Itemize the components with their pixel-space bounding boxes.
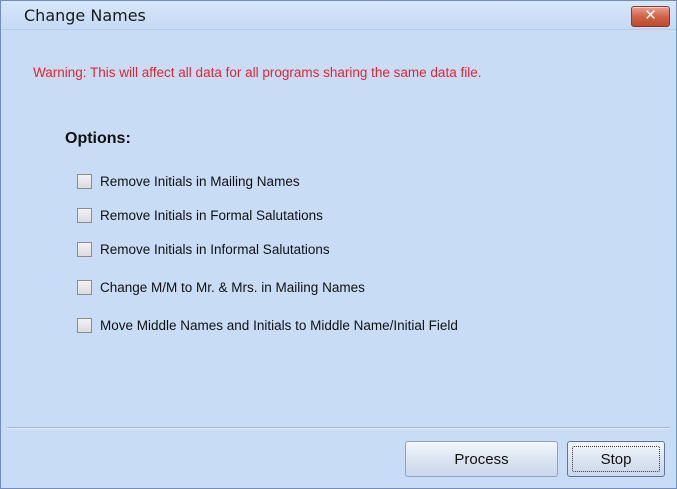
option-remove-initials-mailing[interactable]: Remove Initials in Mailing Names bbox=[77, 171, 300, 191]
checkbox[interactable] bbox=[77, 207, 92, 223]
option-label: Move Middle Names and Initials to Middle… bbox=[100, 317, 458, 333]
option-remove-initials-formal[interactable]: Remove Initials in Formal Salutations bbox=[77, 205, 323, 225]
option-label: Remove Initials in Formal Salutations bbox=[100, 207, 323, 223]
warning-message: Warning: This will affect all data for a… bbox=[33, 65, 482, 80]
close-icon: ✕ bbox=[644, 6, 657, 24]
stop-button[interactable]: Stop bbox=[567, 441, 665, 477]
change-names-dialog: Change Names ✕ Warning: This will affect… bbox=[0, 0, 677, 489]
option-change-mm[interactable]: Change M/M to Mr. & Mrs. in Mailing Name… bbox=[77, 277, 365, 297]
option-label: Change M/M to Mr. & Mrs. in Mailing Name… bbox=[100, 279, 365, 295]
window-title: Change Names bbox=[24, 6, 146, 25]
options-heading: Options: bbox=[65, 130, 131, 147]
option-move-middle-names[interactable]: Move Middle Names and Initials to Middle… bbox=[77, 315, 458, 335]
close-button[interactable]: ✕ bbox=[631, 6, 670, 27]
checkbox[interactable] bbox=[77, 173, 92, 189]
option-remove-initials-informal[interactable]: Remove Initials in Informal Salutations bbox=[77, 239, 330, 259]
title-bar[interactable]: Change Names ✕ bbox=[1, 1, 676, 30]
option-label: Remove Initials in Informal Salutations bbox=[100, 241, 330, 257]
checkbox[interactable] bbox=[77, 279, 92, 295]
checkbox[interactable] bbox=[77, 317, 92, 333]
focus-indicator bbox=[572, 446, 660, 472]
option-label: Remove Initials in Mailing Names bbox=[100, 173, 300, 189]
checkbox[interactable] bbox=[77, 241, 92, 257]
divider bbox=[7, 427, 670, 429]
process-button[interactable]: Process bbox=[405, 441, 558, 477]
